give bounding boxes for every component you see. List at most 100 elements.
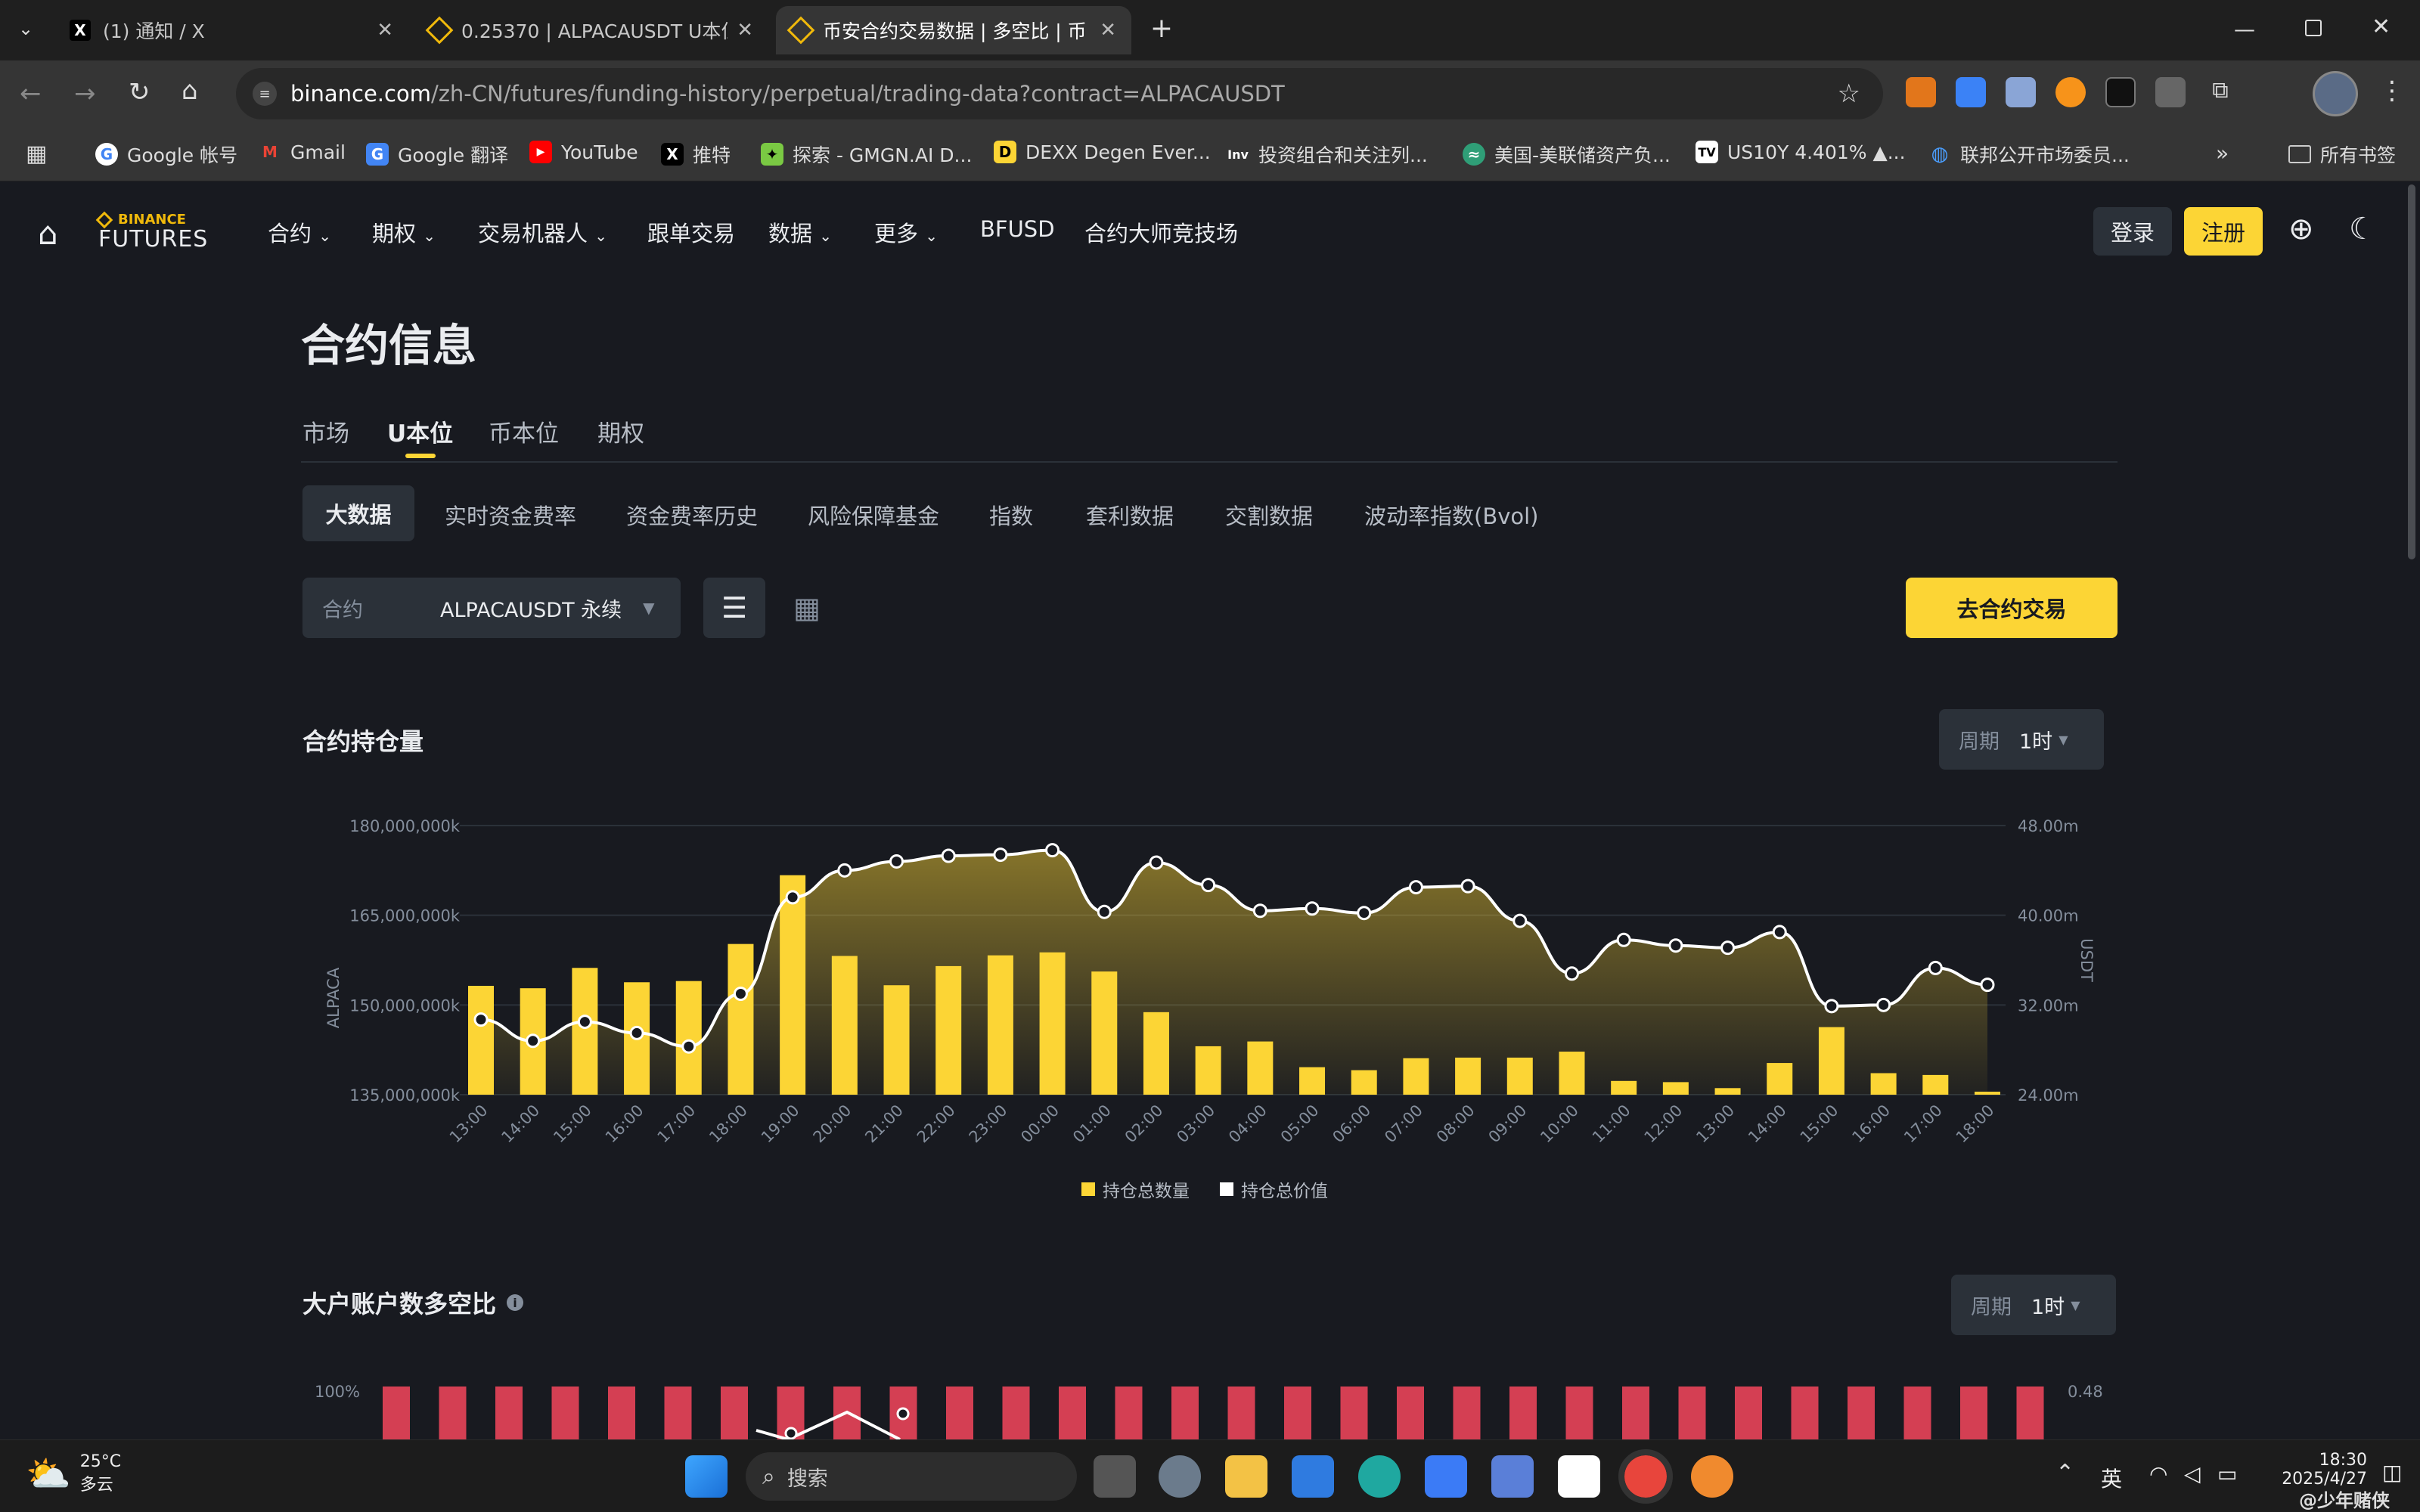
start-windows-icon[interactable] [685,1455,728,1498]
tab-market[interactable]: 市场 [302,414,349,448]
close-tab-icon[interactable]: ✕ [377,19,393,42]
more-bookmarks-icon[interactable]: » [2216,141,2229,166]
translate-icon: G [366,143,389,166]
puzzle-icon[interactable]: ⧉ [2205,77,2235,107]
subtab-realtime-funding[interactable]: 实时资金费率 [445,499,576,531]
subtab-arbitrage[interactable]: 套利数据 [1086,499,1174,531]
ime-indicator[interactable]: 英 [2101,1463,2122,1493]
back-icon[interactable]: ← [20,79,42,109]
subtab-index[interactable]: 指数 [989,499,1033,531]
bookmark-google-account[interactable]: G Google 帐号 [95,141,237,168]
windows-taskbar: ⛅ 25°C 多云 ⌕ 搜索 ⌃ 英 ◠ ◁ ▭ 18:30 2025/4/27… [0,1439,2420,1512]
restore-icon[interactable] [2305,20,2322,36]
forward-icon[interactable]: → [74,79,96,109]
bookmark-twitter[interactable]: X 推特 [661,141,731,168]
task-view-icon[interactable] [1094,1455,1136,1498]
reload-icon[interactable]: ↻ [129,77,150,107]
bookmark-star-icon[interactable]: ☆ [1838,79,1860,109]
go-trade-button[interactable]: 去合约交易 [1906,578,2118,638]
dark-mode-moon-icon[interactable]: ☾ [2349,212,2376,246]
subtab-funding-history[interactable]: 资金费率历史 [626,499,758,531]
volume-icon[interactable]: ◁ [2184,1461,2201,1486]
ls-bar [1227,1387,1255,1439]
grid-view-button[interactable]: ▦ [776,578,838,638]
battery-icon[interactable]: ▭ [2217,1461,2237,1486]
globe-icon[interactable]: ⊕ [2288,212,2314,246]
chrome-icon[interactable] [1618,1449,1673,1504]
weather-widget[interactable]: ⛅ 25°C 多云 [26,1452,121,1495]
mail-client-icon[interactable] [1558,1455,1600,1498]
tray-chevron-icon[interactable]: ⌃ [2055,1460,2074,1486]
extension-icon[interactable] [1956,77,1986,107]
taskbar-search[interactable]: ⌕ 搜索 [746,1452,1077,1501]
extension-icon[interactable] [2055,77,2086,107]
store-icon[interactable] [1491,1455,1534,1498]
tab-coinm[interactable]: 币本位 [489,414,559,448]
browser-tab-alpaca[interactable]: 0.25370 | ALPACAUSDT U本位 ✕ [414,6,768,54]
contract-select[interactable]: 合约 ALPACAUSDT 永续 ▼ [302,578,681,638]
bookmark-gmgn[interactable]: ✦ 探索 - GMGN.AI D... [761,141,972,168]
bookmark-fed-assets[interactable]: ≈ 美国-美联储资产负... [1463,141,1671,168]
register-button[interactable]: 注册 [2184,207,2263,256]
browser-tab-active[interactable]: 币安合约交易数据 | 多空比 | 币 ✕ [776,6,1131,54]
login-button[interactable]: 登录 [2093,207,2172,256]
subtab-insurance-fund[interactable]: 风险保障基金 [808,499,939,531]
binance-futures-logo[interactable]: BINANCE FUTURES [95,211,208,253]
minimize-icon[interactable]: — [2234,17,2255,42]
edge-icon[interactable] [1358,1455,1401,1498]
page-scrollbar[interactable] [2408,184,2415,559]
notification-icon[interactable]: ◫ [2382,1460,2402,1485]
info-icon[interactable]: i [507,1294,524,1311]
bookmark-gmail[interactable]: M Gmail [259,141,346,163]
tab-options[interactable]: 期权 [597,414,644,448]
home-icon[interactable]: ⌂ [182,76,198,106]
bookmark-google-translate[interactable]: G Google 翻译 [366,141,508,168]
bookmark-investing[interactable]: Inv 投资组合和关注列... [1227,141,1428,168]
legend-quantity[interactable]: 持仓总数量 [1103,1176,1190,1202]
app-icon-orange[interactable] [1691,1455,1733,1498]
subtab-big-data[interactable]: 大数据 [302,485,414,541]
subtab-delivery[interactable]: 交割数据 [1225,499,1313,531]
nav-copy-trading[interactable]: 跟单交易 [647,216,735,248]
legend-value[interactable]: 持仓总价值 [1241,1176,1328,1202]
app-icon[interactable] [1425,1455,1467,1498]
list-view-button[interactable]: ☰ [703,578,765,638]
bookmark-youtube[interactable]: ▶ YouTube [529,141,638,163]
close-window-icon[interactable]: ✕ [2372,14,2391,40]
extension-icon[interactable] [2155,77,2186,107]
settings-gear-icon[interactable] [1159,1455,1201,1498]
browser-tab-x[interactable]: X (1) 通知 / X ✕ [54,6,408,54]
bookmark-us10y[interactable]: TV US10Y 4.401% ▲... [1696,141,1906,163]
nav-arena[interactable]: 合约大师竞技场 [1084,216,1238,248]
profile-avatar[interactable] [2313,71,2358,116]
nav-more[interactable]: 更多 ⌄ [874,216,938,248]
tab-usdm[interactable]: U本位 [387,414,453,448]
apps-grid-icon[interactable]: ▦ [26,141,47,167]
bookmark-fomc[interactable]: ◍ 联邦公开市场委员... [1928,141,2130,168]
wifi-icon[interactable]: ◠ [2149,1461,2167,1486]
new-tab-icon[interactable]: + [1146,14,1177,44]
tab-list-dropdown-icon[interactable]: ⌄ [14,18,38,42]
subtab-bvol[interactable]: 波动率指数(Bvol) [1364,499,1539,531]
clock[interactable]: 18:30 2025/4/27 [2276,1451,2367,1489]
mail-icon[interactable] [1292,1455,1334,1498]
all-bookmarks[interactable]: 所有书签 [2288,141,2396,168]
extension-icon[interactable] [2006,77,2036,107]
nav-futures[interactable]: 合约 ⌄ [268,216,331,248]
address-bar[interactable]: ≡ binance.com/zh-CN/futures/funding-hist… [236,68,1883,119]
close-tab-icon[interactable]: ✕ [1100,19,1116,42]
nav-bfusd[interactable]: BFUSD [980,216,1055,242]
nav-options[interactable]: 期权 ⌄ [372,216,436,248]
ls-period-select[interactable]: 周期 1时 ▼ [1951,1275,2116,1335]
site-info-icon[interactable]: ≡ [253,82,277,106]
nav-trading-bots[interactable]: 交易机器人 ⌄ [478,216,607,248]
nav-data[interactable]: 数据 ⌄ [768,216,832,248]
home-icon[interactable]: ⌂ [38,215,58,252]
metamask-extension-icon[interactable] [1906,77,1936,107]
menu-kebab-icon[interactable]: ⋮ [2379,76,2405,106]
extension-icon[interactable] [2105,77,2136,107]
file-explorer-icon[interactable] [1225,1455,1267,1498]
oi-period-select[interactable]: 周期 1时 ▼ [1939,709,2104,770]
close-tab-icon[interactable]: ✕ [737,19,753,42]
bookmark-dexx[interactable]: D DEXX Degen Ever... [994,141,1211,163]
